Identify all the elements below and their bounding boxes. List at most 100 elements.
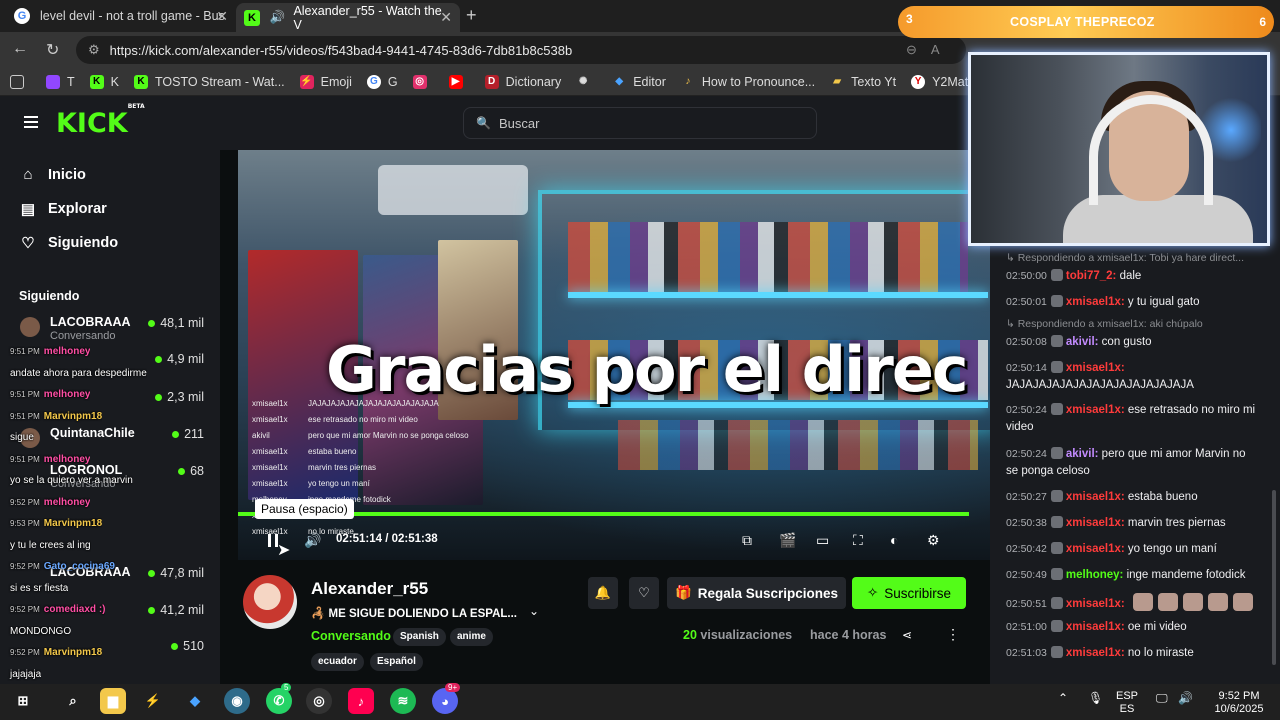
bookmark-label: How to Pronounce... [701, 74, 816, 89]
close-tab-icon[interactable]: ✕ [216, 8, 228, 25]
bookmark-item[interactable]: ♪ How to Pronounce... [681, 75, 815, 89]
pip-icon[interactable]: ⧉ [742, 532, 752, 549]
bookmark-item[interactable]: ◆ Editor [612, 75, 666, 89]
bookmark-item[interactable]: GG [366, 74, 398, 89]
file-explorer-icon[interactable]: ▆ [100, 688, 126, 714]
chat-text: y tu igual gato [1124, 296, 1200, 308]
bookmark-item[interactable]: ◎ [412, 74, 434, 89]
bookmark-item[interactable]: ⚡ Emoji [299, 74, 352, 89]
kick-logo[interactable]: KICKBETA [56, 103, 145, 139]
chat-username[interactable]: melhoney: [1066, 569, 1124, 581]
channel-name[interactable]: Alexander_r55 [311, 579, 428, 599]
chat-timestamp: 02:51:03 [1006, 647, 1047, 659]
notification-badge: 9+ [445, 683, 461, 692]
tray-chevron-icon[interactable]: ⌃ [1058, 692, 1068, 705]
chat-reply-context: ↳ Respondiendo a xmisael1x: aki chúpalo [1006, 318, 1203, 330]
tag[interactable]: anime [450, 628, 493, 646]
steam-icon[interactable]: ◎ [306, 688, 332, 714]
microphone-icon[interactable]: 🎙 [1088, 692, 1103, 705]
settings-gear-icon[interactable]: ⚙ [927, 532, 940, 549]
volume-icon[interactable]: 🔊 [304, 532, 321, 549]
bookmark-item[interactable]: K TOSTO Stream - Wat... [133, 74, 285, 89]
gift-subs-button[interactable]: 🎁 Regala Suscripciones [667, 577, 846, 609]
whatsapp-icon[interactable]: ✆ [266, 688, 292, 714]
share-icon[interactable]: ⋖ [902, 628, 912, 642]
chat-timestamp: 02:50:27 [1006, 491, 1047, 503]
chevron-down-icon[interactable]: ⌄ [529, 604, 539, 618]
language-indicator[interactable]: ESP ES [1116, 690, 1138, 716]
search-input[interactable]: 🔍 Buscar [463, 107, 817, 139]
emote-icon [1182, 593, 1203, 611]
sidebar-item-siguiendo[interactable]: ♡ Siguiendo [20, 234, 118, 252]
tiktok-icon[interactable]: ♪ [348, 688, 374, 714]
chat-username[interactable]: xmisael1x: [1066, 598, 1125, 610]
chat-username[interactable]: akivil: [1066, 448, 1099, 460]
emote-icon [1132, 593, 1153, 611]
close-tab-icon[interactable]: ✕ [440, 9, 452, 26]
bookmark-item[interactable]: D Dictionary [484, 74, 561, 89]
chat-username[interactable]: xmisael1x: [1066, 491, 1125, 503]
new-tab-icon[interactable]: + [466, 5, 477, 26]
chat-username[interactable]: xmisael1x: [1066, 621, 1125, 633]
chat-username[interactable]: xmisael1x: [1066, 517, 1125, 529]
volume-icon[interactable]: 🔊 [1178, 692, 1193, 705]
theater-mode-icon[interactable]: ▭ [816, 532, 829, 549]
chat-username[interactable]: xmisael1x: [1066, 647, 1125, 659]
follow-button[interactable]: ♡ [629, 577, 659, 609]
spotify-icon[interactable]: ≋ [390, 688, 416, 714]
sidebar-item-inicio[interactable]: ⌂ Inicio [20, 166, 85, 183]
back-icon[interactable]: ← [12, 40, 28, 58]
browser-tab-active[interactable]: K 🔊 Alexander_r55 - Watch the V ✕ [236, 3, 460, 32]
chat-username[interactable]: xmisael1x: [1066, 543, 1125, 555]
chat-username[interactable]: xmisael1x: [1066, 296, 1125, 308]
followed-channel[interactable]: LACOBRAAA Conversando 48,1 mil [20, 315, 210, 345]
notification-bell-button[interactable]: 🔔 [588, 577, 618, 609]
chat-scrollbar[interactable] [1272, 490, 1276, 665]
url-field[interactable]: ⚙ https://kick.com/alexander-r55/videos/… [76, 36, 966, 64]
clock[interactable]: 9:52 PM 10/6/2025 [1208, 690, 1270, 716]
emote-icon [1232, 593, 1253, 611]
bookmark-item[interactable]: T [46, 74, 75, 89]
user-badge-icon [1050, 335, 1063, 347]
speaker-icon[interactable]: 🔊 [270, 10, 286, 25]
chat-username: melhoney [43, 389, 91, 400]
chat-username: Gato_cocina69 [43, 561, 115, 572]
overlay-chat-line: yo se la quiero ver a marvin [0, 475, 133, 487]
app-icon[interactable]: ⚡ [140, 688, 166, 714]
fullscreen-icon[interactable]: ⛶ [853, 532, 863, 549]
bookmark-item[interactable]: ✺ [576, 75, 597, 89]
zoom-icon[interactable]: ⊖A [906, 42, 954, 58]
overlay-chat-line: 9:51 PM melhoney [0, 454, 90, 466]
tag[interactable]: Spanish [393, 628, 446, 646]
bookmark-apps[interactable] [10, 74, 31, 89]
user-badge-icon [1050, 597, 1063, 609]
network-icon[interactable]: 🖵 [1156, 692, 1168, 705]
subscribe-button[interactable]: ✧ Suscribirse [852, 577, 966, 609]
bookmark-item[interactable]: ▶ [448, 74, 470, 89]
bookmark-item[interactable]: KK [89, 74, 119, 89]
diamond-icon[interactable]: ◆ [182, 688, 208, 714]
heart-icon: ♡ [638, 585, 650, 600]
stream-category[interactable]: Conversando [311, 629, 391, 643]
speed-icon[interactable]: ◐ [890, 532, 898, 548]
tag[interactable]: Español [370, 653, 423, 671]
menu-icon[interactable] [24, 116, 38, 128]
clip-icon[interactable]: 🎬 [779, 532, 796, 549]
chat-username[interactable]: akivil: [1066, 336, 1099, 348]
chat-username[interactable]: xmisael1x: [1066, 404, 1125, 416]
chat-text: marvin tres piernas [308, 463, 377, 472]
chat-username[interactable]: tobi77_2: [1066, 270, 1117, 282]
chrome-icon[interactable]: ◉ [224, 688, 250, 714]
bookmark-item[interactable]: ▰ Texto Yt [830, 75, 896, 89]
sidebar-item-explorar[interactable]: ▤ Explorar [20, 200, 107, 218]
more-options-icon[interactable]: ⋮ [946, 626, 960, 643]
browser-tab[interactable]: G level devil - not a troll game - Bus ✕ [6, 3, 236, 29]
chat-username[interactable]: xmisael1x: [1066, 362, 1125, 374]
reload-icon[interactable]: ↻ [46, 40, 59, 60]
windows-start-icon[interactable]: ⊞ [10, 688, 36, 714]
language-code: ESP [1116, 690, 1139, 702]
search-icon[interactable]: ⌕ [60, 688, 86, 714]
tag[interactable]: ecuador [311, 653, 364, 671]
site-info-icon[interactable]: ⚙ [88, 42, 100, 58]
channel-avatar[interactable] [243, 575, 297, 629]
